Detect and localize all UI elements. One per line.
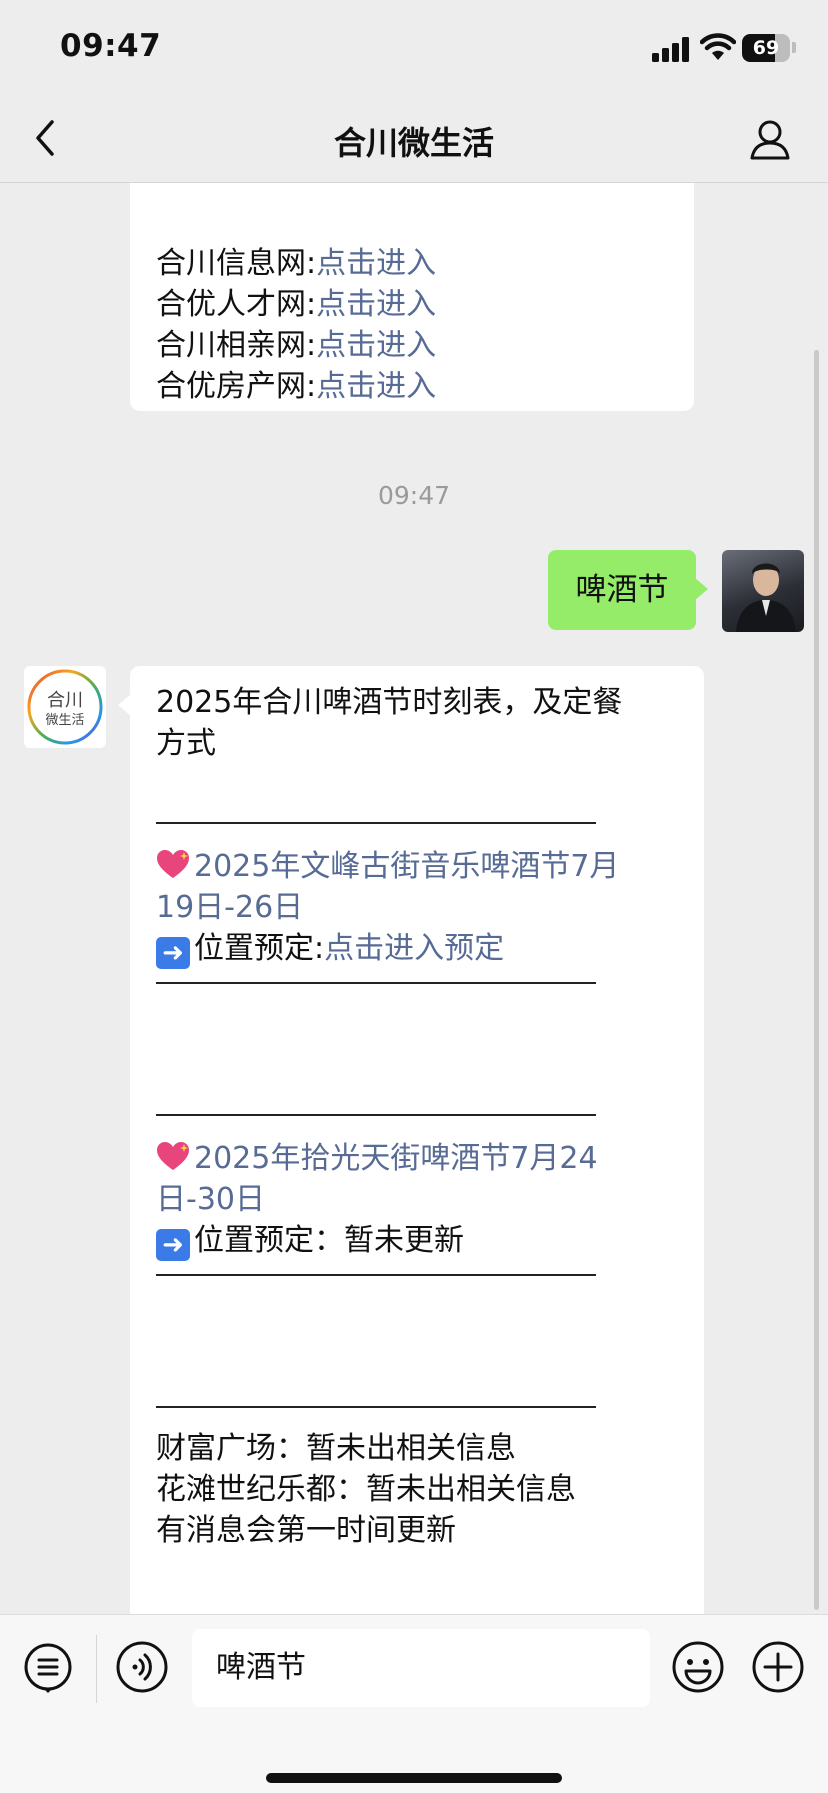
- battery-icon: 69: [742, 34, 790, 62]
- sent-message-bubble[interactable]: 啤酒节: [548, 550, 708, 630]
- divider: [156, 1274, 596, 1276]
- user-avatar[interactable]: [722, 550, 804, 632]
- input-bar: 啤酒节: [0, 1614, 828, 1793]
- chat-title: 合川微生活: [333, 124, 494, 162]
- booking-line: ➜ 位置预定:点击进入预定: [156, 928, 504, 969]
- divider: [156, 1114, 596, 1116]
- message-intro-line: 方式: [156, 726, 216, 761]
- message-bubble: 2025年合川啤酒节时刻表，及定餐 方式 2025年文峰古街音乐啤酒节7月 19…: [118, 666, 704, 1615]
- chat-area: 15085749946 合川信息网:点击进入 合优人才网:点击进入 合川相亲网:…: [0, 183, 828, 1615]
- link-list: 合川信息网:点击进入 合优人才网:点击进入 合川相亲网:点击进入 合优房产网:点…: [156, 243, 436, 407]
- list-item: 合优房产网:点击进入: [156, 369, 437, 404]
- booking-line: ➜ 位置预定：暂未更新: [156, 1220, 464, 1261]
- account-avatar[interactable]: 合川 微生活: [24, 666, 106, 748]
- sparkling-heart-icon: [157, 1142, 189, 1170]
- status-bar: 09:47 69: [0, 0, 828, 96]
- profile-icon[interactable]: [748, 118, 792, 162]
- message-timestamp: 09:47: [377, 481, 451, 510]
- scrollbar[interactable]: [814, 350, 819, 1610]
- voice-icon[interactable]: [116, 1641, 168, 1693]
- right-arrow-icon: ➜: [156, 1229, 190, 1261]
- link-enter[interactable]: 点击进入: [316, 328, 436, 363]
- footer-line: 财富广场：暂未出相关信息: [156, 1431, 516, 1466]
- event-title[interactable]: 19日-26日: [156, 887, 303, 928]
- list-item: 合川信息网:点击进入: [156, 246, 437, 281]
- wifi-icon: [700, 33, 736, 60]
- svg-text:合川: 合川: [47, 690, 83, 711]
- event-title[interactable]: 日-30日: [156, 1179, 265, 1220]
- event-title[interactable]: 2025年拾光天街啤酒节7月24: [156, 1138, 598, 1179]
- nav-bar: 合川微生活: [0, 96, 828, 183]
- svg-text:微生活: 微生活: [45, 713, 84, 728]
- link-enter[interactable]: 点击进入: [316, 287, 436, 322]
- right-arrow-icon: ➜: [156, 937, 190, 969]
- status-time: 09:47: [60, 28, 162, 64]
- divider: [96, 1635, 97, 1703]
- home-indicator[interactable]: [266, 1773, 562, 1783]
- sparkling-heart-icon: [157, 850, 189, 878]
- account-logo: 合川 微生活: [27, 669, 103, 745]
- add-icon[interactable]: [752, 1641, 804, 1693]
- message-partial-text: 15085749946: [156, 183, 388, 184]
- menu-list-icon[interactable]: [22, 1641, 74, 1693]
- footer-line: 花滩世纪乐都：暂未出相关信息: [156, 1472, 576, 1507]
- cellular-signal-icon: [652, 36, 692, 62]
- person-photo: [736, 563, 796, 632]
- event-title[interactable]: 2025年文峰古街音乐啤酒节7月: [156, 846, 619, 887]
- list-item: 合川相亲网:点击进入: [156, 328, 437, 363]
- booking-link[interactable]: 点击进入预定: [324, 931, 504, 966]
- divider: [156, 1406, 596, 1408]
- battery-level: 69: [752, 37, 780, 59]
- link-enter[interactable]: 点击进入: [316, 369, 436, 404]
- message-bubble: 15085749946 合川信息网:点击进入 合优人才网:点击进入 合川相亲网:…: [130, 183, 694, 411]
- divider: [156, 982, 596, 984]
- divider: [156, 822, 596, 824]
- footer-line: 有消息会第一时间更新: [156, 1513, 456, 1548]
- emoji-icon[interactable]: [672, 1641, 724, 1693]
- list-item: 合优人才网:点击进入: [156, 287, 437, 322]
- message-input[interactable]: 啤酒节: [192, 1629, 650, 1707]
- message-intro-line: 2025年合川啤酒节时刻表，及定餐: [156, 685, 623, 720]
- link-enter[interactable]: 点击进入: [316, 246, 436, 281]
